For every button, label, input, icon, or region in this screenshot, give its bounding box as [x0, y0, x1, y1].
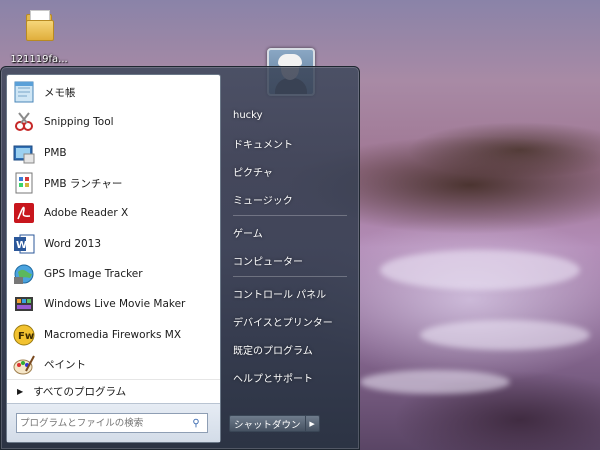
program-item-gps-image-tracker[interactable]: GPS Image Tracker	[7, 259, 220, 289]
computer-link[interactable]: コンピューター	[227, 246, 353, 274]
program-label: ペイント	[44, 359, 86, 372]
snipping-tool-icon	[11, 109, 37, 135]
movie-maker-icon	[11, 291, 37, 317]
desktop-icon-label: 121119fa...	[10, 54, 68, 65]
program-label: PMB ランチャー	[44, 177, 123, 190]
control-panel-link[interactable]: コントロール パネル	[227, 279, 353, 307]
fireworks-icon: Fw	[11, 322, 37, 348]
program-item-notepad[interactable]: メモ帳	[7, 77, 220, 107]
search-input[interactable]	[17, 415, 188, 431]
search-icon[interactable]: ⚲	[188, 418, 204, 429]
word-icon: W	[11, 231, 37, 257]
shutdown-group: シャットダウン ▶	[229, 415, 320, 432]
program-label: PMB	[44, 146, 67, 159]
gps-image-tracker-icon	[11, 261, 37, 287]
all-programs-label: すべてのプログラム	[33, 385, 127, 398]
paint-icon	[11, 352, 37, 378]
divider	[233, 215, 347, 216]
pictures-link[interactable]: ピクチャ	[227, 157, 353, 185]
all-programs-button[interactable]: ▶ すべてのプログラム	[7, 379, 220, 402]
shutdown-button[interactable]: シャットダウン	[229, 415, 306, 432]
program-label: Adobe Reader X	[44, 207, 129, 220]
pmb-launcher-icon	[11, 170, 37, 196]
user-folder-link[interactable]: hucky	[227, 101, 353, 129]
triangle-right-icon: ▶	[17, 386, 24, 396]
program-label: Windows Live Movie Maker	[44, 298, 186, 311]
search-box: ⚲	[16, 413, 208, 433]
start-menu: メモ帳 Snipping Tool PMB PMB ランチャー Adobe Re…	[0, 66, 360, 450]
program-label: Macromedia Fireworks MX	[44, 328, 182, 341]
desktop-folder-shortcut[interactable]: 121119fa...	[4, 8, 74, 65]
program-list: メモ帳 Snipping Tool PMB PMB ランチャー Adobe Re…	[7, 75, 220, 380]
devices-and-printers-link[interactable]: デバイスとプリンター	[227, 307, 353, 335]
program-item-adobe-reader[interactable]: Adobe Reader X	[7, 198, 220, 228]
program-item-movie-maker[interactable]: Windows Live Movie Maker	[7, 289, 220, 319]
svg-text:W: W	[16, 240, 27, 251]
divider	[233, 276, 347, 277]
default-programs-link[interactable]: 既定のプログラム	[227, 335, 353, 363]
notepad-icon	[11, 79, 37, 105]
folder-icon	[24, 8, 54, 41]
shutdown-options-arrow-icon[interactable]: ▶	[305, 415, 320, 432]
search-area: ⚲	[7, 403, 220, 442]
program-label: Snipping Tool	[44, 116, 114, 129]
help-and-support-link[interactable]: ヘルプとサポート	[227, 363, 353, 391]
program-item-pmb[interactable]: PMB	[7, 138, 220, 168]
music-link[interactable]: ミュージック	[227, 185, 353, 213]
program-label: GPS Image Tracker	[44, 267, 143, 280]
program-pane: メモ帳 Snipping Tool PMB PMB ランチャー Adobe Re…	[6, 74, 221, 443]
adobe-reader-icon	[11, 200, 37, 226]
program-label: Word 2013	[44, 237, 102, 250]
program-item-fireworks[interactable]: Fw Macromedia Fireworks MX	[7, 319, 220, 349]
program-item-snipping-tool[interactable]: Snipping Tool	[7, 107, 220, 137]
program-label: メモ帳	[44, 86, 76, 99]
games-link[interactable]: ゲーム	[227, 218, 353, 246]
pmb-icon	[11, 140, 37, 166]
program-item-pmb-launcher[interactable]: PMB ランチャー	[7, 168, 220, 198]
program-item-word[interactable]: W Word 2013	[7, 228, 220, 258]
start-menu-right-pane: hucky ドキュメント ピクチャ ミュージック ゲーム コンピューター コント…	[227, 101, 353, 391]
svg-text:Fw: Fw	[18, 331, 34, 342]
documents-link[interactable]: ドキュメント	[227, 129, 353, 157]
program-item-paint[interactable]: ペイント	[7, 350, 220, 380]
